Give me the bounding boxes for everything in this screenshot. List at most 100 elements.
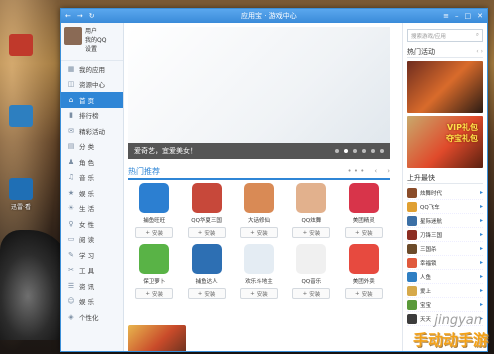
download-arrow-icon[interactable]: ▸ [480,231,483,238]
banner-dot[interactable] [380,149,384,153]
desktop-icon-2[interactable] [6,105,36,129]
app-card[interactable]: 美团精灵 + 安装 [338,183,390,238]
sidebar-item[interactable]: ▤ 分 类 [61,139,123,155]
app-icon[interactable] [191,244,222,274]
sidebar-item[interactable]: ▮ 排行榜 [61,108,123,124]
app-card[interactable]: 欢乐斗地主 + 安装 [233,244,285,299]
app-card[interactable]: 美团外卖 + 安装 [338,244,390,299]
sidebar-item[interactable]: ⌂ 首 页 [61,92,123,108]
install-button[interactable]: + 安装 [239,288,278,299]
promo-image[interactable] [128,325,186,351]
search-input[interactable]: 搜索游戏/应用 [411,32,476,40]
download-arrow-icon[interactable]: ▸ [480,217,483,224]
banner-dot[interactable] [335,149,339,153]
activity-ad-1[interactable] [407,61,483,113]
sidebar-item[interactable]: ☰ 资 讯 [61,278,123,294]
desktop-icon-1[interactable] [6,34,36,58]
app-icon[interactable] [139,183,170,213]
sidebar-item[interactable]: ♀ 女 性 [61,216,123,232]
download-arrow-icon[interactable]: ▸ [480,301,483,308]
install-button[interactable]: + 安装 [135,227,174,238]
banner-dot[interactable] [353,149,357,153]
user-settings[interactable]: 设置 [85,45,106,54]
banner-dot[interactable] [344,149,348,153]
install-button[interactable]: + 安装 [135,288,174,299]
user-name: 用户 [85,28,98,35]
app-card[interactable]: 捕鱼旺旺 + 安装 [128,183,180,238]
sidebar-item[interactable]: ✂ 工 具 [61,263,123,279]
activity-pager[interactable]: ‹ › [476,48,483,55]
banner-dot[interactable] [371,149,375,153]
rank-item[interactable]: 人鱼 ▸ [407,270,483,284]
download-arrow-icon[interactable]: ▸ [480,189,483,196]
install-button[interactable]: + 安装 [292,288,331,299]
rank-item[interactable]: 刀锋三国 ▸ [407,228,483,242]
app-icon[interactable] [243,183,274,213]
app-card[interactable]: QQ炫舞 + 安装 [285,183,337,238]
app-card[interactable]: 大话修仙 + 安装 [233,183,285,238]
rank-item[interactable]: 宝宝 ▸ [407,298,483,312]
minimize-button[interactable]: – [455,12,459,20]
install-button[interactable]: + 安装 [239,227,278,238]
install-button[interactable]: + 安装 [344,227,383,238]
banner-dot[interactable] [362,149,366,153]
app-card[interactable]: QQ音乐 + 安装 [285,244,337,299]
rank-item[interactable]: 爱上 ▸ [407,284,483,298]
download-arrow-icon[interactable]: ▸ [480,273,483,280]
app-icon[interactable] [348,244,379,274]
rank-item[interactable]: 炫舞时代 ▸ [407,186,483,200]
sidebar-item[interactable]: ♟ 角 色 [61,154,123,170]
rank-app-icon [407,299,417,310]
app-card[interactable]: 保卫萝卜 + 安装 [128,244,180,299]
sidebar-item[interactable]: ★ 娱 乐 [61,185,123,201]
sidebar-item[interactable]: ☀ 生 活 [61,201,123,217]
download-arrow-icon[interactable]: ▸ [480,245,483,252]
app-icon[interactable] [191,183,222,213]
hot-next-button[interactable]: › [387,167,390,175]
app-icon[interactable] [296,244,327,274]
sidebar-item[interactable]: ▦ 我的应用 [61,61,123,77]
download-arrow-icon[interactable]: ▸ [480,259,483,266]
rank-item[interactable]: 星际迷航 ▸ [407,214,483,228]
hot-prev-button[interactable]: ‹ [374,167,377,175]
back-button[interactable]: ← [65,12,71,20]
install-button[interactable]: + 安装 [187,227,226,238]
sidebar-item[interactable]: ✉ 精彩活动 [61,123,123,139]
rank-app-name: 刀锋三国 [420,232,443,239]
sidebar-item[interactable]: ☺ 娱 乐 [61,294,123,310]
banner[interactable]: 爱奇艺，宜爱美女！ [128,27,390,159]
avatar[interactable] [64,27,82,45]
app-icon[interactable] [139,244,170,274]
download-arrow-icon[interactable]: ▸ [480,203,483,210]
sidebar-item[interactable]: ♫ 音 乐 [61,170,123,186]
resource-icon: ◫ [67,80,75,89]
app-icon [9,34,33,56]
close-button[interactable]: ✕ [477,12,483,20]
install-button[interactable]: + 安装 [187,288,226,299]
app-icon[interactable] [348,183,379,213]
app-icon[interactable] [243,244,274,274]
menu-button[interactable]: ≡ [443,12,449,20]
desktop-icon-3[interactable]: 迅雷·看 [6,178,36,211]
install-button[interactable]: + 安装 [292,227,331,238]
install-button[interactable]: + 安装 [344,288,383,299]
user-qq[interactable]: 我的QQ [85,36,106,45]
activity-ad-2[interactable]: VIP礼包 夺宝礼包 [407,116,483,168]
search-box[interactable]: 搜索游戏/应用 ⌕ [407,29,483,42]
tools-icon: ✂ [68,266,74,275]
app-card[interactable]: 捕鱼达人 + 安装 [180,244,232,299]
rank-item[interactable]: 三国杀 ▸ [407,242,483,256]
sidebar-item[interactable]: ◫ 资源中心 [61,77,123,93]
app-icon[interactable] [296,183,327,213]
rank-item[interactable]: QQ飞车 ▸ [407,200,483,214]
app-card[interactable]: QQ华夏三国 + 安装 [180,183,232,238]
sidebar-item[interactable]: ◈ 个性化 [61,309,123,325]
maximize-button[interactable]: □ [465,12,472,20]
forward-button[interactable]: → [77,12,83,20]
download-arrow-icon[interactable]: ▸ [480,287,483,294]
search-icon[interactable]: ⌕ [476,32,479,39]
plus-icon: + [354,229,360,236]
rank-item[interactable]: 幸福锁 ▸ [407,256,483,270]
sidebar-item[interactable]: ✎ 学 习 [61,247,123,263]
sidebar-item[interactable]: ▭ 阅 读 [61,232,123,248]
